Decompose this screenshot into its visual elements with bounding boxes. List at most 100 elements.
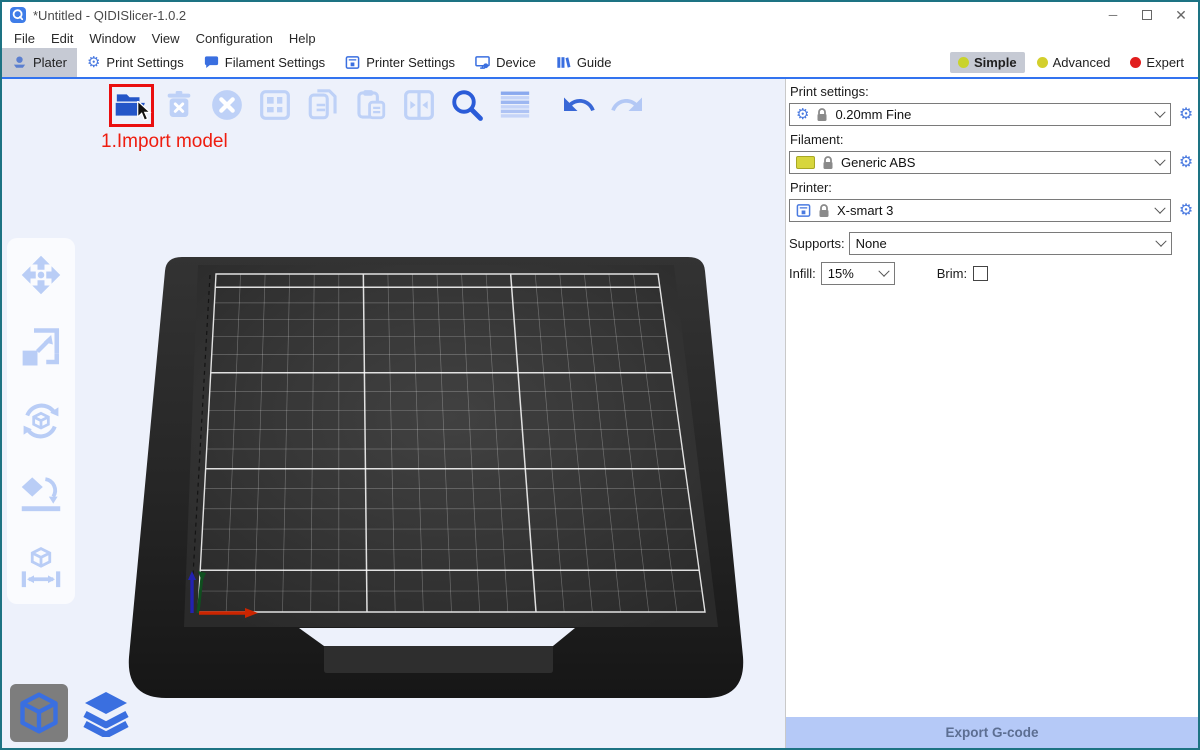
split-objects-button[interactable] bbox=[400, 86, 438, 124]
scale-tool-button[interactable] bbox=[18, 325, 64, 371]
brim-label: Brim: bbox=[937, 266, 967, 281]
menu-help[interactable]: Help bbox=[281, 31, 324, 46]
lock-icon bbox=[816, 108, 828, 122]
gear-icon: ⚙ bbox=[87, 55, 100, 70]
menu-view[interactable]: View bbox=[144, 31, 188, 46]
copy-button[interactable] bbox=[304, 86, 342, 124]
tab-label: Printer Settings bbox=[366, 55, 455, 70]
tab-print-settings[interactable]: ⚙ Print Settings bbox=[77, 48, 194, 77]
app-logo-icon bbox=[10, 7, 26, 23]
printer-select[interactable]: X-smart 3 bbox=[789, 199, 1171, 222]
mode-expert[interactable]: Expert bbox=[1122, 52, 1192, 73]
lock-icon bbox=[822, 156, 834, 170]
tab-label: Filament Settings bbox=[225, 55, 325, 70]
infill-value: 15% bbox=[828, 266, 873, 281]
print-settings-label: Print settings: bbox=[790, 84, 1196, 99]
print-settings-gear-button[interactable]: ⚙ bbox=[1176, 107, 1196, 123]
minimize-button[interactable]: ─ bbox=[1096, 2, 1130, 28]
cube-3d-icon bbox=[17, 691, 61, 735]
mode-label: Simple bbox=[974, 55, 1017, 70]
arrange-button[interactable] bbox=[256, 86, 294, 124]
mode-advanced[interactable]: Advanced bbox=[1029, 52, 1119, 73]
tab-label: Device bbox=[496, 55, 536, 70]
window-title: *Untitled - QIDISlicer-1.0.2 bbox=[33, 8, 186, 23]
chevron-down-icon bbox=[878, 265, 889, 276]
maximize-icon bbox=[1142, 10, 1152, 20]
menu-file[interactable]: File bbox=[6, 31, 43, 46]
menu-bar: File Edit Window View Configuration Help bbox=[2, 28, 1198, 48]
tab-device[interactable]: Device bbox=[465, 48, 546, 77]
supports-value: None bbox=[856, 236, 1150, 251]
preview-view-button[interactable] bbox=[77, 684, 135, 742]
chevron-down-icon bbox=[1154, 202, 1165, 213]
title-bar: *Untitled - QIDISlicer-1.0.2 ─ ✕ bbox=[2, 2, 1198, 28]
delete-all-button[interactable] bbox=[208, 86, 246, 124]
menu-edit[interactable]: Edit bbox=[43, 31, 81, 46]
layers-icon bbox=[82, 689, 130, 737]
settings-panel: Print settings: ⚙ 0.20mm Fine ⚙ Filament… bbox=[785, 79, 1198, 748]
app-window: *Untitled - QIDISlicer-1.0.2 ─ ✕ File Ed… bbox=[0, 0, 1200, 750]
menu-configuration[interactable]: Configuration bbox=[188, 31, 281, 46]
print-profile-gear-icon: ⚙ bbox=[796, 107, 809, 122]
tab-plater[interactable]: Plater bbox=[2, 48, 77, 77]
mode-label: Expert bbox=[1146, 55, 1184, 70]
chevron-down-icon bbox=[1154, 154, 1165, 165]
filament-color-swatch bbox=[796, 156, 815, 169]
supports-select[interactable]: None bbox=[849, 232, 1172, 255]
tab-guide[interactable]: Guide bbox=[546, 48, 622, 77]
guide-books-icon bbox=[556, 55, 571, 70]
mouse-cursor-icon bbox=[135, 101, 154, 122]
infill-select[interactable]: 15% bbox=[821, 262, 895, 285]
printer-small-icon bbox=[796, 203, 811, 218]
plater-icon bbox=[12, 55, 27, 70]
chevron-down-icon bbox=[1154, 106, 1165, 117]
chevron-down-icon bbox=[1155, 235, 1166, 246]
place-on-face-tool-button[interactable] bbox=[18, 471, 64, 517]
printer-icon bbox=[345, 55, 360, 70]
redo-button[interactable] bbox=[608, 86, 646, 124]
undo-redo-group bbox=[560, 86, 646, 124]
filament-label: Filament: bbox=[790, 132, 1196, 147]
menu-window[interactable]: Window bbox=[81, 31, 143, 46]
filament-gear-button[interactable]: ⚙ bbox=[1176, 155, 1196, 171]
export-gcode-button[interactable]: Export G-code bbox=[786, 717, 1198, 748]
delete-button[interactable] bbox=[160, 86, 198, 124]
plater-toolbar bbox=[112, 86, 646, 124]
measure-tool-button[interactable] bbox=[18, 544, 64, 590]
brim-checkbox[interactable] bbox=[973, 266, 988, 281]
filament-icon bbox=[204, 55, 219, 70]
tab-label: Print Settings bbox=[106, 55, 183, 70]
editor-view-button[interactable] bbox=[10, 684, 68, 742]
rotate-tool-button[interactable] bbox=[18, 398, 64, 444]
import-annotation: 1.Import model bbox=[101, 131, 228, 153]
tab-label: Plater bbox=[33, 55, 67, 70]
advanced-mode-dot-icon bbox=[1037, 57, 1048, 68]
tab-bar: Plater ⚙ Print Settings Filament Setting… bbox=[2, 48, 1198, 79]
filament-select[interactable]: Generic ABS bbox=[789, 151, 1171, 174]
mode-label: Advanced bbox=[1053, 55, 1111, 70]
move-tool-button[interactable] bbox=[18, 252, 64, 298]
lock-icon bbox=[818, 204, 830, 218]
search-button[interactable] bbox=[448, 86, 486, 124]
print-settings-value: 0.20mm Fine bbox=[835, 107, 1149, 122]
viewport-3d[interactable]: 1.Import model bbox=[2, 79, 785, 748]
gizmo-toolbar bbox=[7, 238, 75, 604]
undo-button[interactable] bbox=[560, 86, 598, 124]
infill-label: Infill: bbox=[789, 266, 816, 281]
printer-gear-button[interactable]: ⚙ bbox=[1176, 203, 1196, 219]
tab-filament-settings[interactable]: Filament Settings bbox=[194, 48, 335, 77]
variable-layer-height-button[interactable] bbox=[496, 86, 534, 124]
expert-mode-dot-icon bbox=[1130, 57, 1141, 68]
tab-label: Guide bbox=[577, 55, 612, 70]
print-settings-select[interactable]: ⚙ 0.20mm Fine bbox=[789, 103, 1171, 126]
print-bed[interactable] bbox=[2, 79, 785, 748]
filament-value: Generic ABS bbox=[841, 155, 1149, 170]
tab-printer-settings[interactable]: Printer Settings bbox=[335, 48, 465, 77]
view-toggles bbox=[10, 684, 135, 742]
supports-label: Supports: bbox=[789, 236, 845, 251]
maximize-button[interactable] bbox=[1130, 2, 1164, 28]
mode-simple[interactable]: Simple bbox=[950, 52, 1025, 73]
close-button[interactable]: ✕ bbox=[1164, 2, 1198, 28]
device-icon bbox=[475, 55, 490, 70]
paste-button[interactable] bbox=[352, 86, 390, 124]
